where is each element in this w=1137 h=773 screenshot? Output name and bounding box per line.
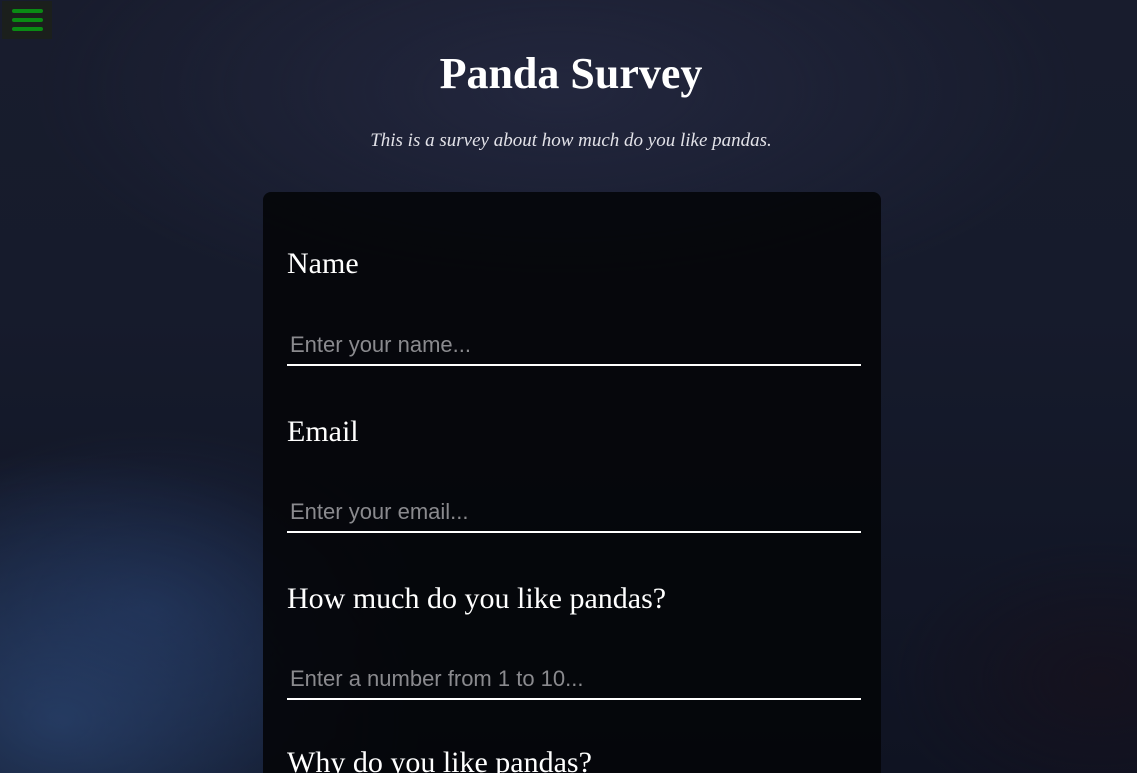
name-input[interactable] (287, 326, 861, 366)
page-title: Panda Survey (439, 49, 703, 98)
panda-reason-label: Why do you like pandas? (287, 746, 592, 773)
name-label: Name (287, 247, 359, 280)
email-label: Email (287, 415, 359, 448)
panda-rating-input[interactable] (287, 660, 861, 700)
page-description: This is a survey about how much do you l… (370, 130, 772, 151)
hamburger-menu-button[interactable] (2, 1, 52, 39)
panda-rating-label: How much do you like pandas? (287, 582, 667, 615)
email-input[interactable] (287, 493, 861, 533)
hamburger-menu-icon (11, 18, 43, 22)
hamburger-menu-icon (11, 9, 43, 13)
hamburger-menu-icon (11, 27, 43, 31)
survey-form: Name Email How much do you like pandas? … (263, 192, 881, 773)
